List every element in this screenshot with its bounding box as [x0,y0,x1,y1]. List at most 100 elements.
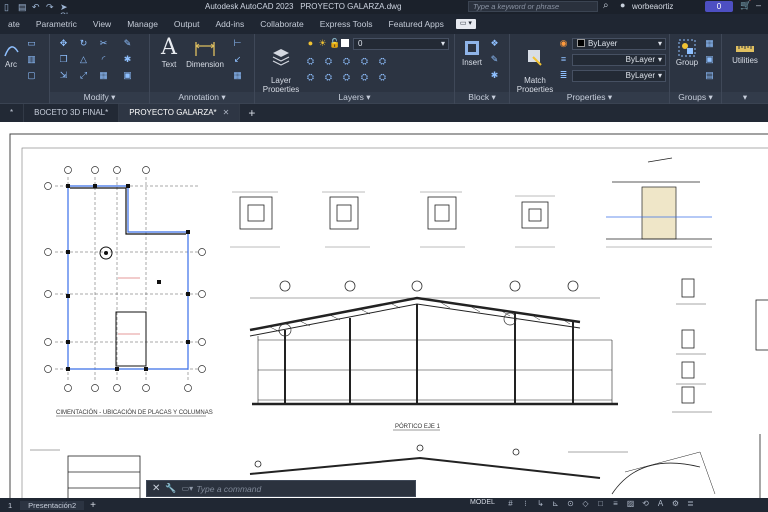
tab-parametric[interactable]: Parametric [28,19,85,29]
layer-tool-6-icon[interactable]: ⛭ [305,72,316,83]
layer-tool-10-icon[interactable]: ⛭ [377,72,388,83]
user-icon[interactable]: ● [620,0,625,10]
properties-panel-title[interactable]: Properties ▾ [510,92,669,103]
dimension-button[interactable]: Dimension [184,38,226,69]
add-layout-button[interactable]: + [84,500,102,511]
layer-lock-icon[interactable]: 🔓 [329,38,340,49]
save-icon[interactable]: ▤ [18,2,27,12]
tab-add-ins[interactable]: Add-ins [207,19,252,29]
layer-tool-9-icon[interactable]: ⛭ [359,72,370,83]
doc-tab-0[interactable]: * [0,104,25,122]
layer-dropdown[interactable]: 0 ▾ [353,38,449,50]
model-space-button[interactable]: MODEL [470,499,495,506]
group-button[interactable]: Group [672,38,702,67]
move-icon[interactable]: ✥ [58,38,69,49]
layer-tool-2-icon[interactable]: ⛭ [323,56,334,67]
infer-icon[interactable]: ↳ [536,499,545,510]
doc-tab-proyecto-galarza[interactable]: PROYECTO GALARZA* ✕ [119,104,241,122]
explode-icon[interactable]: ✱ [122,54,133,65]
layout-tab-1[interactable]: 1 [0,501,20,510]
offset-icon[interactable]: ▣ [122,70,133,81]
selection-cycling-icon[interactable]: ⟲ [641,499,650,510]
lineweight-dropdown[interactable]: ByLayer ▾ [572,70,666,82]
modify-panel-title[interactable]: Modify ▾ [50,92,149,103]
polar-icon[interactable]: ⊙ [566,499,575,510]
linear-dim-icon[interactable]: ⊢ [232,38,243,49]
leader-icon[interactable]: ↙ [232,54,243,65]
redo-icon[interactable]: ↷ [46,2,55,12]
osnap-icon[interactable]: □ [596,499,605,510]
groups-panel-title[interactable]: Groups ▾ [670,92,721,103]
layer-tool-1-icon[interactable]: ⛭ [305,56,316,67]
group-select-icon[interactable]: ▤ [704,70,715,81]
boundary-icon[interactable]: ▢ [26,70,37,81]
layer-tool-8-icon[interactable]: ⛭ [341,72,352,83]
hatch-icon[interactable]: ▥ [26,54,37,65]
layer-properties-button[interactable]: Layer Properties [259,38,303,94]
erase-icon[interactable]: ✎ [122,38,133,49]
stretch-icon[interactable]: ⇲ [58,70,69,81]
close-icon[interactable]: ✕ [147,483,165,494]
layer-freeze-icon[interactable]: ☀ [317,38,328,49]
layer-tool-5-icon[interactable]: ⛭ [377,56,388,67]
annotation-scale-icon[interactable]: A [656,499,665,510]
annotation-panel-title[interactable]: Annotation ▾ [150,92,254,103]
rectangle-icon[interactable]: ▭ [26,38,37,49]
utilities-button[interactable]: Utilities [724,42,766,65]
transparency-icon[interactable]: ▨ [626,499,635,510]
command-input[interactable]: Type a command [196,484,261,494]
tab-manage[interactable]: Manage [119,19,166,29]
color-dropdown[interactable]: ByLayer ▾ [572,38,666,50]
edit-block-icon[interactable]: ✎ [489,54,500,65]
new-file-icon[interactable]: ▯ [4,2,13,12]
tab-collaborate[interactable]: Collaborate [252,19,311,29]
command-line[interactable]: ✕ 🔧 ▭▾ Type a command [146,480,416,497]
layer-tool-4-icon[interactable]: ⛭ [359,56,370,67]
layer-tool-7-icon[interactable]: ⛭ [323,72,334,83]
tab-express-tools[interactable]: Express Tools [312,19,381,29]
tab-view[interactable]: View [85,19,119,29]
table-icon[interactable]: ▦ [232,70,243,81]
undo-icon[interactable]: ↶ [32,2,41,12]
ortho-icon[interactable]: ⊾ [551,499,560,510]
arc-button[interactable]: Arc [0,38,22,69]
share-button[interactable]: ➤ Share [60,2,84,20]
minimize-icon[interactable]: – [756,0,761,10]
tab-annotate[interactable]: ate [0,19,28,29]
group-edit-icon[interactable]: ▣ [704,54,715,65]
account-badge-button[interactable]: 0 [705,1,733,12]
trim-icon[interactable]: ✂ [98,38,109,49]
edit-attributes-icon[interactable]: ✱ [489,70,500,81]
close-tab-icon[interactable]: ✕ [223,108,230,117]
tab-featured-apps[interactable]: Featured Apps [381,19,452,29]
copy-icon[interactable]: ❐ [58,54,69,65]
user-name[interactable]: worbeaortiz [632,2,673,11]
block-panel-title[interactable]: Block ▾ [455,92,509,103]
search-icon[interactable]: ⌕ [603,0,609,11]
text-button[interactable]: A Text [154,36,184,70]
lineweight-toggle-icon[interactable]: ≡ [611,499,620,510]
insert-button[interactable]: Insert [457,38,487,67]
snap-icon[interactable]: ⁝ [521,499,530,510]
new-tab-button[interactable]: + [240,106,263,120]
isodraft-icon[interactable]: ◇ [581,499,590,510]
create-block-icon[interactable]: ❖ [489,38,500,49]
ribbon-display-toggle[interactable]: ▭ ▾ [455,19,476,29]
layer-tool-3-icon[interactable]: ⛭ [341,56,352,67]
utilities-panel-title[interactable]: ▾ [722,92,768,103]
workspace-icon[interactable]: ⚙ [671,499,680,510]
array-icon[interactable]: ▦ [98,70,109,81]
tab-output[interactable]: Output [166,19,208,29]
ungroup-icon[interactable]: ▦ [704,38,715,49]
customization-icon[interactable]: ≣ [686,499,695,510]
drawing-canvas[interactable]: CIMENTACIÓN - UBICACIÓN DE PLACAS Y COLU… [0,122,768,498]
match-properties-button[interactable]: Match Properties [512,38,558,94]
search-input[interactable]: Type a keyword or phrase [468,1,598,12]
layers-panel-title[interactable]: Layers ▾ [255,92,454,103]
grid-icon[interactable]: # [506,499,515,510]
layer-on-icon[interactable]: ● [305,38,316,49]
mirror-icon[interactable]: △ [78,54,89,65]
rotate-icon[interactable]: ↻ [78,38,89,49]
scale-icon[interactable]: ⤢ [78,70,89,81]
layout-tab-presentacion2[interactable]: Presentación2 [20,500,85,510]
